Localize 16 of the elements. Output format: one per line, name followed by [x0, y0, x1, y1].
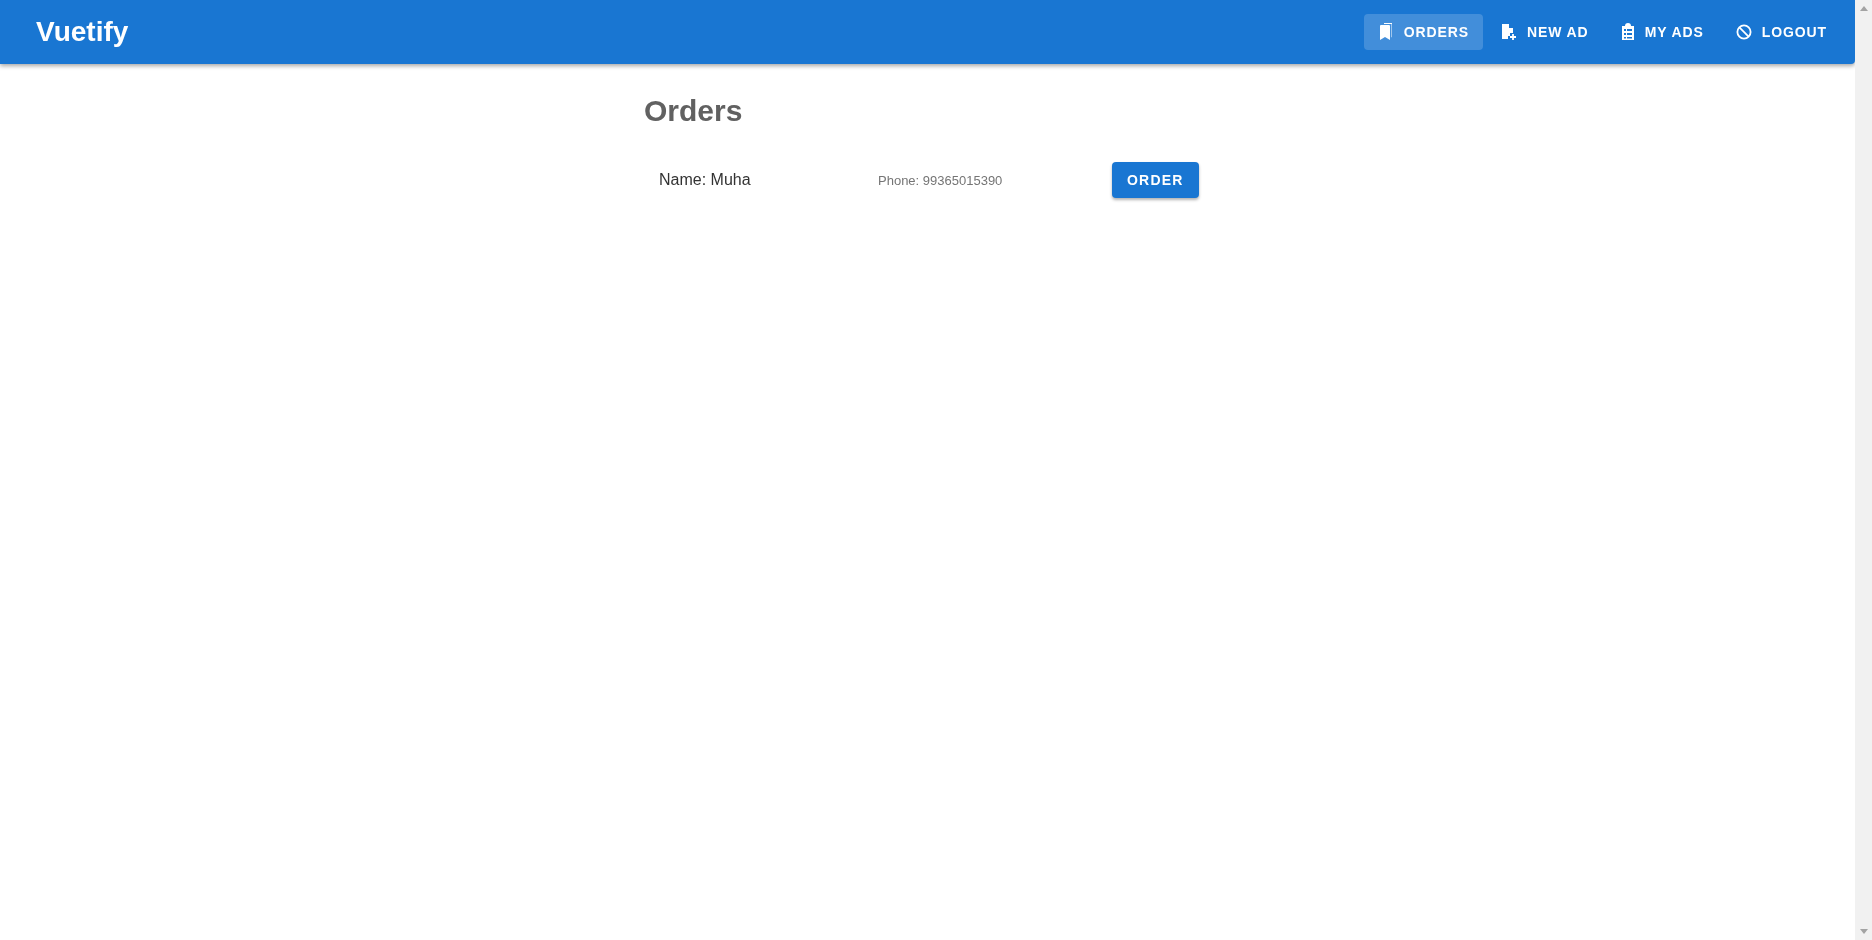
customer-phone: Phone: 99365015390 — [878, 172, 1004, 188]
cancel-icon — [1735, 24, 1752, 40]
scroll-up-icon[interactable] — [1859, 6, 1868, 11]
customer-name: Name: Muha — [659, 171, 752, 189]
nav-button[interactable]: NEW AD — [1486, 14, 1603, 50]
app-title: Vuetify — [36, 16, 129, 48]
scroll-down-icon[interactable] — [1859, 929, 1868, 934]
nav-button[interactable]: LOGOUT — [1721, 14, 1841, 50]
bookmarks-icon — [1377, 23, 1394, 41]
order-button[interactable]: ORDER — [1112, 162, 1199, 198]
file-plus-icon — [1500, 23, 1517, 41]
page-heading: Orders — [644, 94, 744, 128]
nav-button[interactable]: ORDERS — [1363, 14, 1483, 50]
scrollbar[interactable] — [1855, 0, 1872, 940]
clipboard-list-icon — [1620, 23, 1635, 41]
nav-button[interactable]: MY ADS — [1606, 14, 1718, 50]
